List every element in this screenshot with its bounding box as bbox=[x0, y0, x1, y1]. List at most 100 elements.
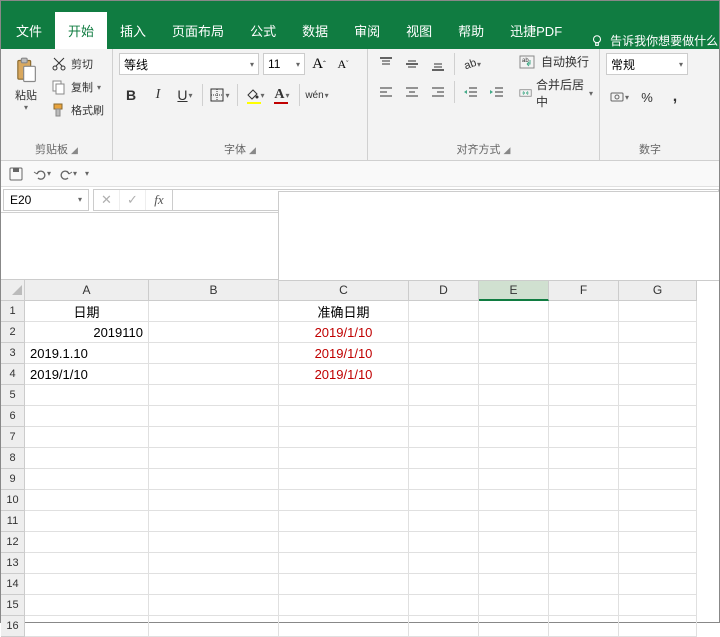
row-header-10[interactable]: 10 bbox=[1, 490, 25, 511]
cell-D8[interactable] bbox=[409, 448, 479, 469]
cell-E3[interactable] bbox=[479, 343, 549, 364]
column-header-A[interactable]: A bbox=[25, 280, 149, 301]
cell-B5[interactable] bbox=[149, 385, 279, 406]
cell-F8[interactable] bbox=[549, 448, 619, 469]
cell-B12[interactable] bbox=[149, 532, 279, 553]
tab-pdf[interactable]: 迅捷PDF bbox=[497, 12, 575, 49]
font-size-select[interactable]: 11▾ bbox=[263, 53, 305, 75]
cell-B8[interactable] bbox=[149, 448, 279, 469]
cell-B3[interactable] bbox=[149, 343, 279, 364]
align-bottom-button[interactable] bbox=[426, 53, 450, 75]
row-header-6[interactable]: 6 bbox=[1, 406, 25, 427]
cell-B4[interactable] bbox=[149, 364, 279, 385]
cell-A10[interactable] bbox=[25, 490, 149, 511]
increase-indent-button[interactable] bbox=[485, 81, 509, 103]
cell-F4[interactable] bbox=[549, 364, 619, 385]
row-header-16[interactable]: 16 bbox=[1, 616, 25, 637]
cell-F15[interactable] bbox=[549, 595, 619, 616]
tab-view[interactable]: 视图 bbox=[393, 12, 445, 49]
row-header-14[interactable]: 14 bbox=[1, 574, 25, 595]
cell-C11[interactable] bbox=[279, 511, 409, 532]
cell-D3[interactable] bbox=[409, 343, 479, 364]
cell-G5[interactable] bbox=[619, 385, 697, 406]
accounting-format-button[interactable]: ▾ bbox=[606, 85, 632, 109]
align-top-button[interactable] bbox=[374, 53, 398, 75]
cell-E9[interactable] bbox=[479, 469, 549, 490]
format-painter-button[interactable]: 格式刷 bbox=[51, 99, 104, 121]
cell-G2[interactable] bbox=[619, 322, 697, 343]
font-color-button[interactable]: A▾ bbox=[270, 83, 294, 107]
cell-G9[interactable] bbox=[619, 469, 697, 490]
cell-C10[interactable] bbox=[279, 490, 409, 511]
cell-F11[interactable] bbox=[549, 511, 619, 532]
align-middle-button[interactable] bbox=[400, 53, 424, 75]
cut-button[interactable]: 剪切 bbox=[51, 53, 104, 75]
row-header-12[interactable]: 12 bbox=[1, 532, 25, 553]
cell-G3[interactable] bbox=[619, 343, 697, 364]
wrap-text-button[interactable]: ab 自动换行 bbox=[519, 53, 593, 70]
cell-A1[interactable]: 日期 bbox=[25, 301, 149, 322]
font-family-select[interactable]: 等线▾ bbox=[119, 53, 259, 75]
cell-E15[interactable] bbox=[479, 595, 549, 616]
save-button[interactable] bbox=[7, 165, 25, 183]
cell-D2[interactable] bbox=[409, 322, 479, 343]
tab-help[interactable]: 帮助 bbox=[445, 12, 497, 49]
copy-button[interactable]: 复制 ▾ bbox=[51, 76, 104, 98]
insert-function-button[interactable]: fx bbox=[146, 190, 172, 210]
number-format-select[interactable]: 常规▾ bbox=[606, 53, 688, 75]
redo-button[interactable]: ▾ bbox=[59, 165, 77, 183]
cell-C4[interactable]: 2019/1/10 bbox=[279, 364, 409, 385]
tab-home[interactable]: 开始 bbox=[55, 12, 107, 49]
cell-F12[interactable] bbox=[549, 532, 619, 553]
column-header-E[interactable]: E bbox=[479, 280, 549, 301]
enter-formula-button[interactable]: ✓ bbox=[120, 190, 146, 210]
cell-B2[interactable] bbox=[149, 322, 279, 343]
cell-D14[interactable] bbox=[409, 574, 479, 595]
row-header-9[interactable]: 9 bbox=[1, 469, 25, 490]
cell-F13[interactable] bbox=[549, 553, 619, 574]
column-header-F[interactable]: F bbox=[549, 280, 619, 301]
cell-G4[interactable] bbox=[619, 364, 697, 385]
cell-A2[interactable]: 2019110 bbox=[25, 322, 149, 343]
italic-button[interactable]: I bbox=[146, 83, 170, 107]
fill-color-button[interactable]: ▾ bbox=[243, 83, 267, 107]
cell-G7[interactable] bbox=[619, 427, 697, 448]
cell-A9[interactable] bbox=[25, 469, 149, 490]
cell-G15[interactable] bbox=[619, 595, 697, 616]
row-header-4[interactable]: 4 bbox=[1, 364, 25, 385]
row-header-7[interactable]: 7 bbox=[1, 427, 25, 448]
cancel-formula-button[interactable]: ✕ bbox=[94, 190, 120, 210]
cell-E10[interactable] bbox=[479, 490, 549, 511]
tab-data[interactable]: 数据 bbox=[289, 12, 341, 49]
cell-E13[interactable] bbox=[479, 553, 549, 574]
cell-B15[interactable] bbox=[149, 595, 279, 616]
cell-G13[interactable] bbox=[619, 553, 697, 574]
row-header-11[interactable]: 11 bbox=[1, 511, 25, 532]
select-all-button[interactable] bbox=[1, 280, 25, 301]
row-header-2[interactable]: 2 bbox=[1, 322, 25, 343]
cell-C5[interactable] bbox=[279, 385, 409, 406]
cell-E2[interactable] bbox=[479, 322, 549, 343]
comma-button[interactable]: , bbox=[662, 85, 688, 109]
cell-B16[interactable] bbox=[149, 616, 279, 637]
cell-E14[interactable] bbox=[479, 574, 549, 595]
cell-E11[interactable] bbox=[479, 511, 549, 532]
cell-C15[interactable] bbox=[279, 595, 409, 616]
tab-review[interactable]: 审阅 bbox=[341, 12, 393, 49]
row-header-8[interactable]: 8 bbox=[1, 448, 25, 469]
cell-D12[interactable] bbox=[409, 532, 479, 553]
decrease-font-button[interactable]: Aˇ bbox=[333, 54, 353, 74]
cell-C2[interactable]: 2019/1/10 bbox=[279, 322, 409, 343]
cell-G1[interactable] bbox=[619, 301, 697, 322]
cell-F9[interactable] bbox=[549, 469, 619, 490]
cell-G14[interactable] bbox=[619, 574, 697, 595]
cell-F6[interactable] bbox=[549, 406, 619, 427]
name-box[interactable]: E20▾ bbox=[3, 189, 89, 211]
row-header-15[interactable]: 15 bbox=[1, 595, 25, 616]
bold-button[interactable]: B bbox=[119, 83, 143, 107]
cell-B13[interactable] bbox=[149, 553, 279, 574]
cell-G6[interactable] bbox=[619, 406, 697, 427]
cell-D11[interactable] bbox=[409, 511, 479, 532]
cell-E1[interactable] bbox=[479, 301, 549, 322]
column-header-D[interactable]: D bbox=[409, 280, 479, 301]
